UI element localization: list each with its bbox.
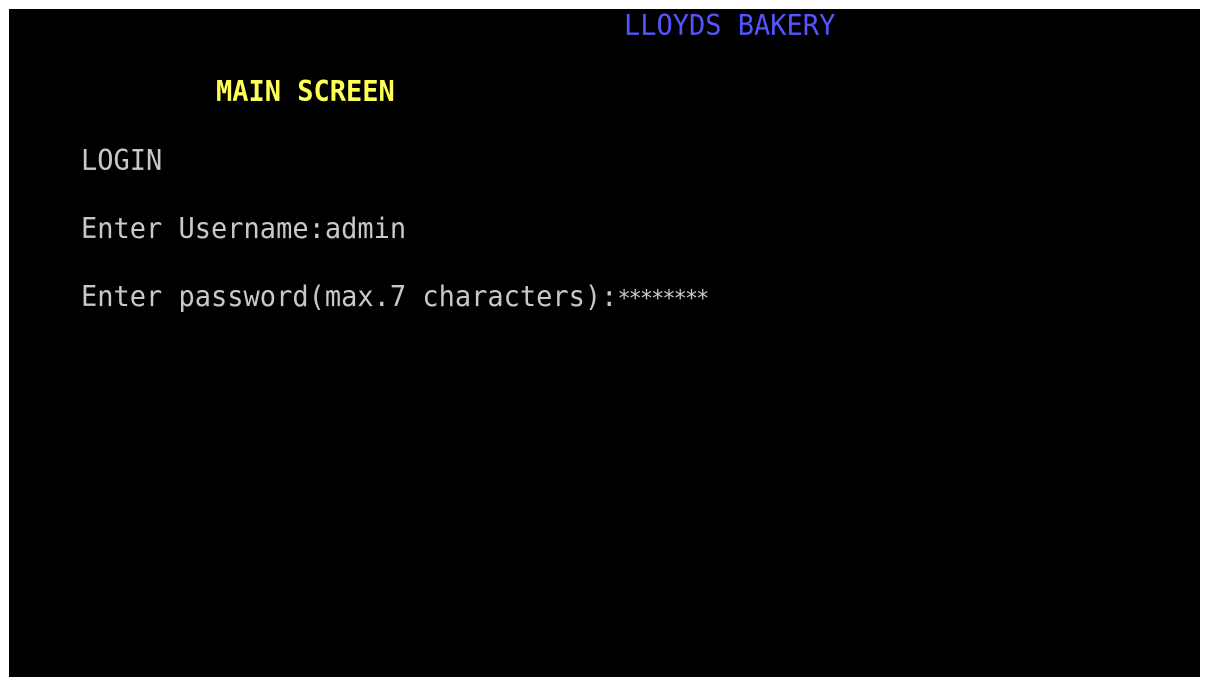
console-window: LLOYDS BAKERY MAIN SCREEN LOGIN Enter Us… <box>9 9 1200 677</box>
username-field[interactable]: admin <box>325 213 406 246</box>
password-field[interactable]: ******** <box>617 286 709 312</box>
password-label: Enter password(max.7 characters): <box>81 281 618 314</box>
password-row: Enter password(max.7 characters):*******… <box>81 281 709 317</box>
screen-title: MAIN SCREEN <box>216 76 395 109</box>
login-heading: LOGIN <box>81 145 163 178</box>
username-row: Enter Username:admin <box>81 213 406 247</box>
username-label: Enter Username: <box>81 213 325 246</box>
app-title: LLOYDS BAKERY <box>624 10 836 43</box>
